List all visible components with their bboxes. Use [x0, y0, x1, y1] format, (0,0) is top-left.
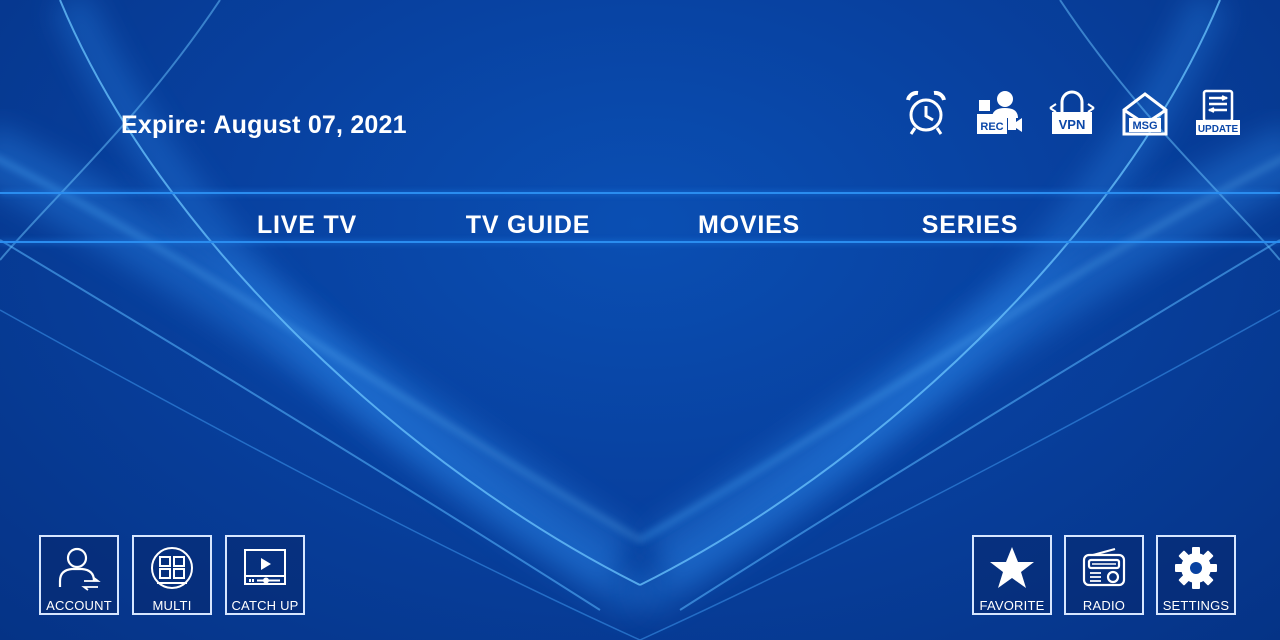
message-icon[interactable]: MSG — [1121, 88, 1169, 138]
vpn-icon[interactable]: VPN — [1048, 88, 1096, 138]
update-icon[interactable]: UPDATE — [1194, 88, 1242, 138]
favorite-button[interactable]: FAVORITE — [972, 535, 1052, 615]
record-icon-label: REC — [980, 121, 1003, 133]
account-label: ACCOUNT — [46, 598, 112, 613]
menu-divider-bottom — [0, 241, 1280, 243]
multiscreen-icon — [147, 543, 197, 592]
favorite-label: FAVORITE — [979, 598, 1045, 613]
settings-button[interactable]: SETTINGS — [1156, 535, 1236, 615]
radio-label: RADIO — [1082, 598, 1126, 613]
record-icon[interactable]: REC — [975, 88, 1023, 138]
radio-icon — [1079, 543, 1129, 592]
vpn-icon-label: VPN — [1059, 117, 1086, 132]
account-icon — [54, 543, 104, 592]
menu-item-tv-guide[interactable]: TV GUIDE — [466, 196, 590, 240]
account-button[interactable]: ACCOUNT — [39, 535, 119, 615]
menu-item-live-tv[interactable]: LIVE TV — [257, 196, 357, 240]
menu-divider-top — [0, 192, 1280, 194]
expire-date: Expire: August 07, 2021 — [121, 111, 407, 139]
settings-label: SETTINGS — [1162, 598, 1230, 613]
update-icon-label: UPDATE — [1198, 124, 1239, 135]
star-icon — [987, 543, 1037, 592]
bottom-left-tiles: ACCOUNT MULTI CATCH UP — [39, 535, 305, 615]
top-toolbar: REC VPN MSG UPDATE — [902, 88, 1242, 138]
catchup-icon — [240, 543, 290, 592]
main-menu: LIVE TV TV GUIDE MOVIES SERIES — [0, 196, 1280, 240]
catchup-button[interactable]: CATCH UP — [225, 535, 305, 615]
bottom-right-tiles: FAVORITE RADIO SETTINGS — [972, 535, 1236, 615]
multiscreen-button[interactable]: MULTI — [132, 535, 212, 615]
radio-button[interactable]: RADIO — [1064, 535, 1144, 615]
message-icon-label: MSG — [1132, 120, 1157, 132]
menu-item-series[interactable]: SERIES — [922, 196, 1019, 240]
multi-label: MULTI — [152, 598, 192, 613]
menu-item-movies[interactable]: MOVIES — [698, 196, 800, 240]
catchup-label: CATCH UP — [231, 598, 299, 613]
gear-icon — [1171, 543, 1221, 592]
alarm-icon[interactable] — [902, 88, 950, 138]
